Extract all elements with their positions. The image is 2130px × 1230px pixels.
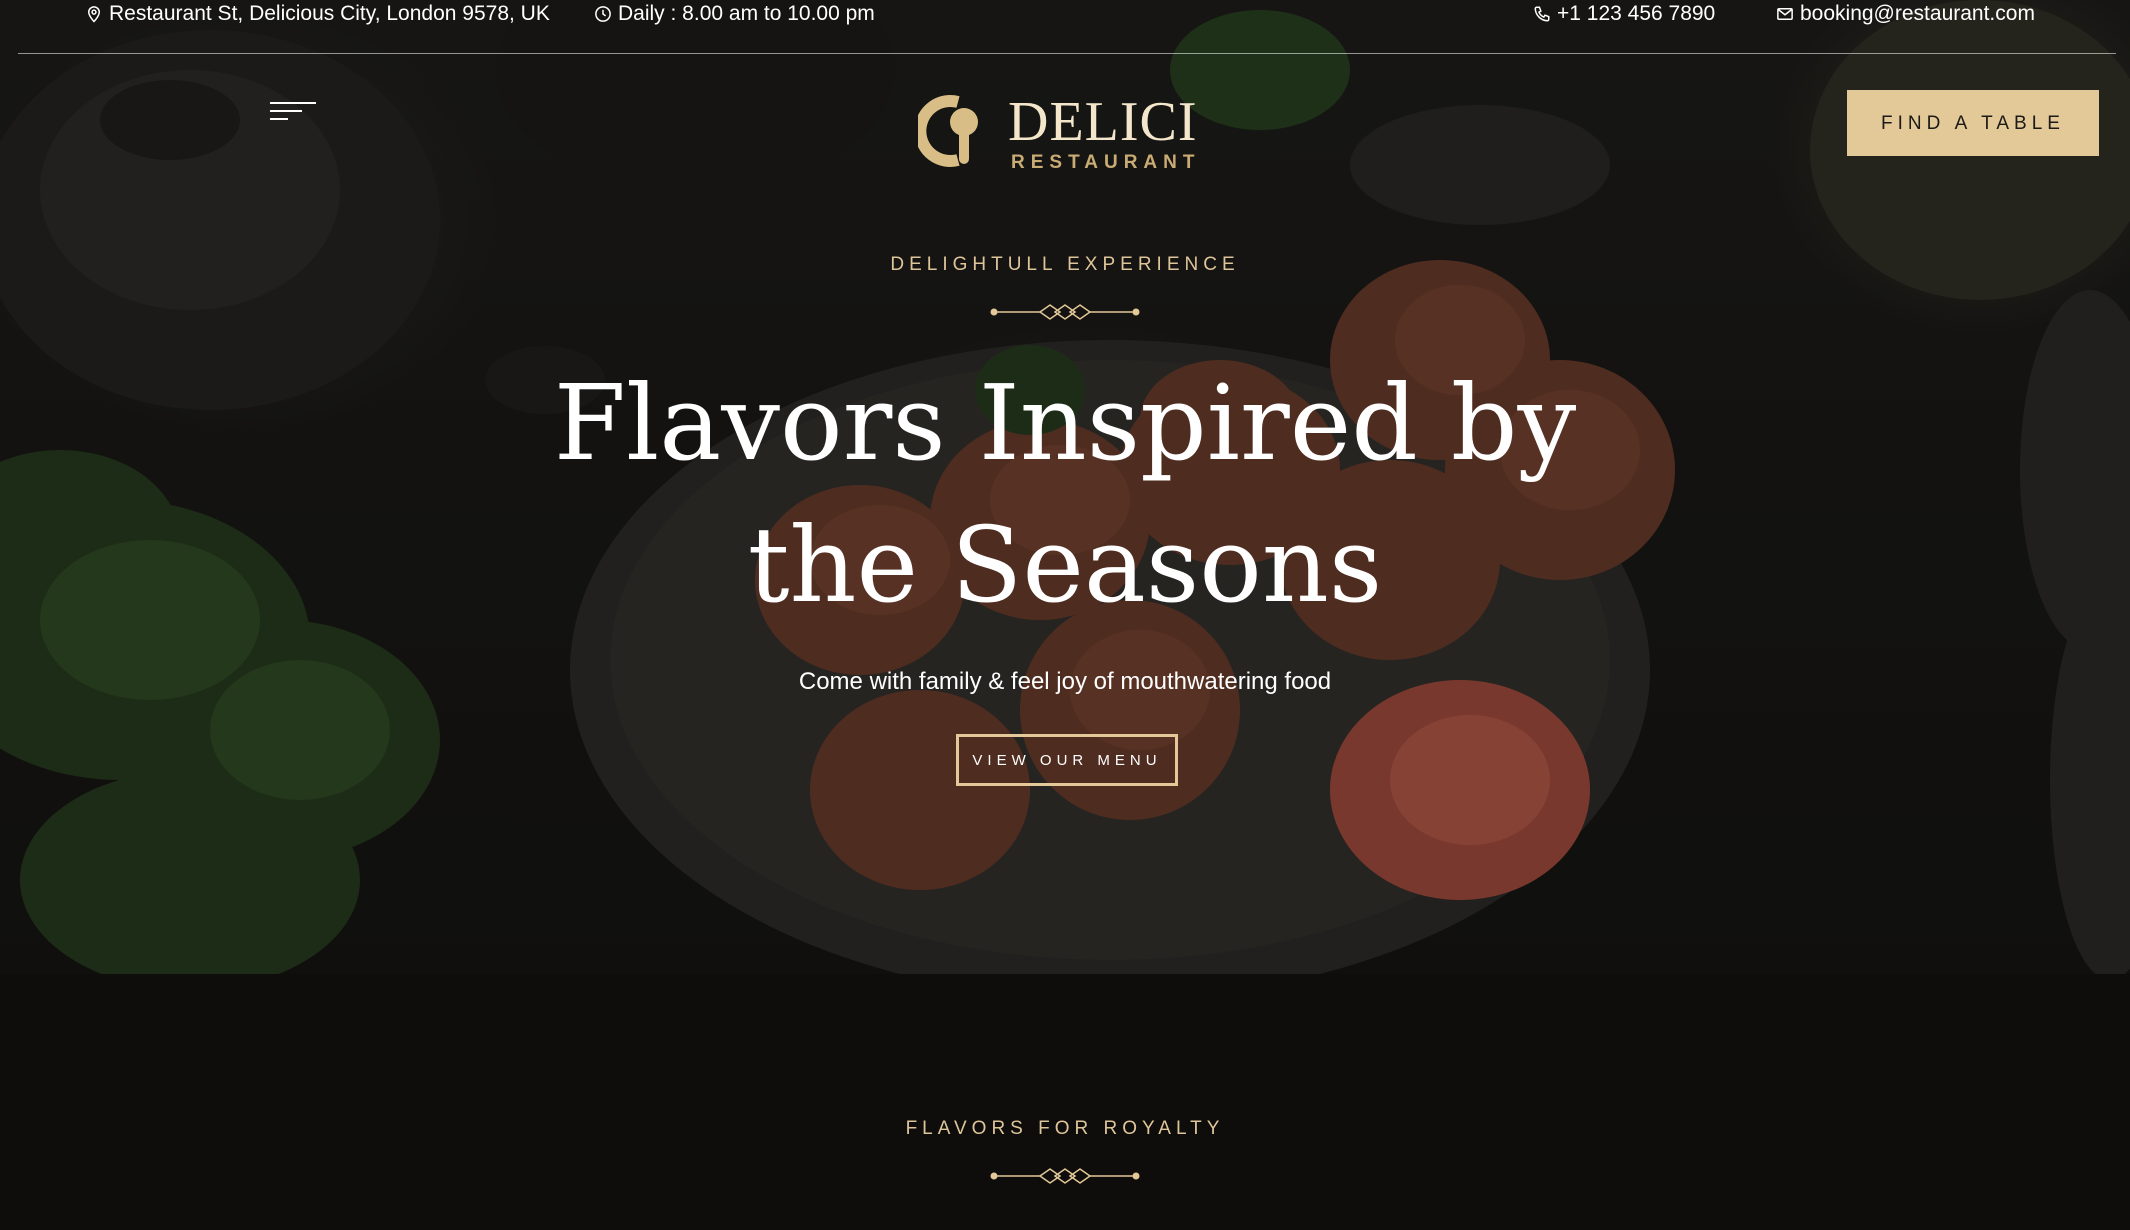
divider-ornament-icon [990,1168,1140,1184]
view-menu-button[interactable]: VIEW OUR MENU [956,734,1178,786]
top-info-bar: Restaurant St, Delicious City, London 95… [0,0,2130,32]
clock-icon [595,6,611,22]
hero-title: Flavors Inspired by the Seasons [465,352,1665,636]
logo-name: DELICI [1008,91,1198,153]
logo-subtitle: RESTAURANT [1011,152,1201,173]
email-text: booking@restaurant.com [1800,2,2035,25]
mail-icon [1777,8,1793,20]
phone-text: +1 123 456 7890 [1557,2,1716,25]
address-text: Restaurant St, Delicious City, London 95… [109,2,550,25]
flavors-section: FLAVORS FOR ROYALTY [0,974,2130,1230]
page: Restaurant St, Delicious City, London 95… [0,0,2130,1230]
hero-title-line-1: Flavors Inspired by [553,362,1577,484]
hours-info: Daily : 8.00 am to 10.00 pm [594,2,875,26]
divider-ornament-icon [990,304,1140,320]
hero-subtitle: Come with family & feel joy of mouthwate… [798,668,1332,695]
top-divider-line [18,53,2116,54]
address-info: Restaurant St, Delicious City, London 95… [85,2,550,26]
site-logo[interactable]: DELICI RESTAURANT [918,94,1208,174]
logo-icon [918,95,978,167]
hero-section: Restaurant St, Delicious City, London 95… [0,0,2130,974]
section-eyebrow: FLAVORS FOR ROYALTY [905,1118,1225,1139]
hero-title-line-2: the Seasons [747,504,1383,626]
hamburger-menu-icon[interactable] [270,102,316,122]
find-a-table-button[interactable]: FIND A TABLE [1847,90,2099,156]
phone-link[interactable]: +1 123 456 7890 [1533,2,1715,26]
hero-eyebrow: DELIGHTULL EXPERIENCE [890,254,1240,275]
phone-icon [1534,6,1550,22]
hours-text: Daily : 8.00 am to 10.00 pm [618,2,875,25]
email-link[interactable]: booking@restaurant.com [1776,2,2035,26]
location-pin-icon [87,6,101,23]
